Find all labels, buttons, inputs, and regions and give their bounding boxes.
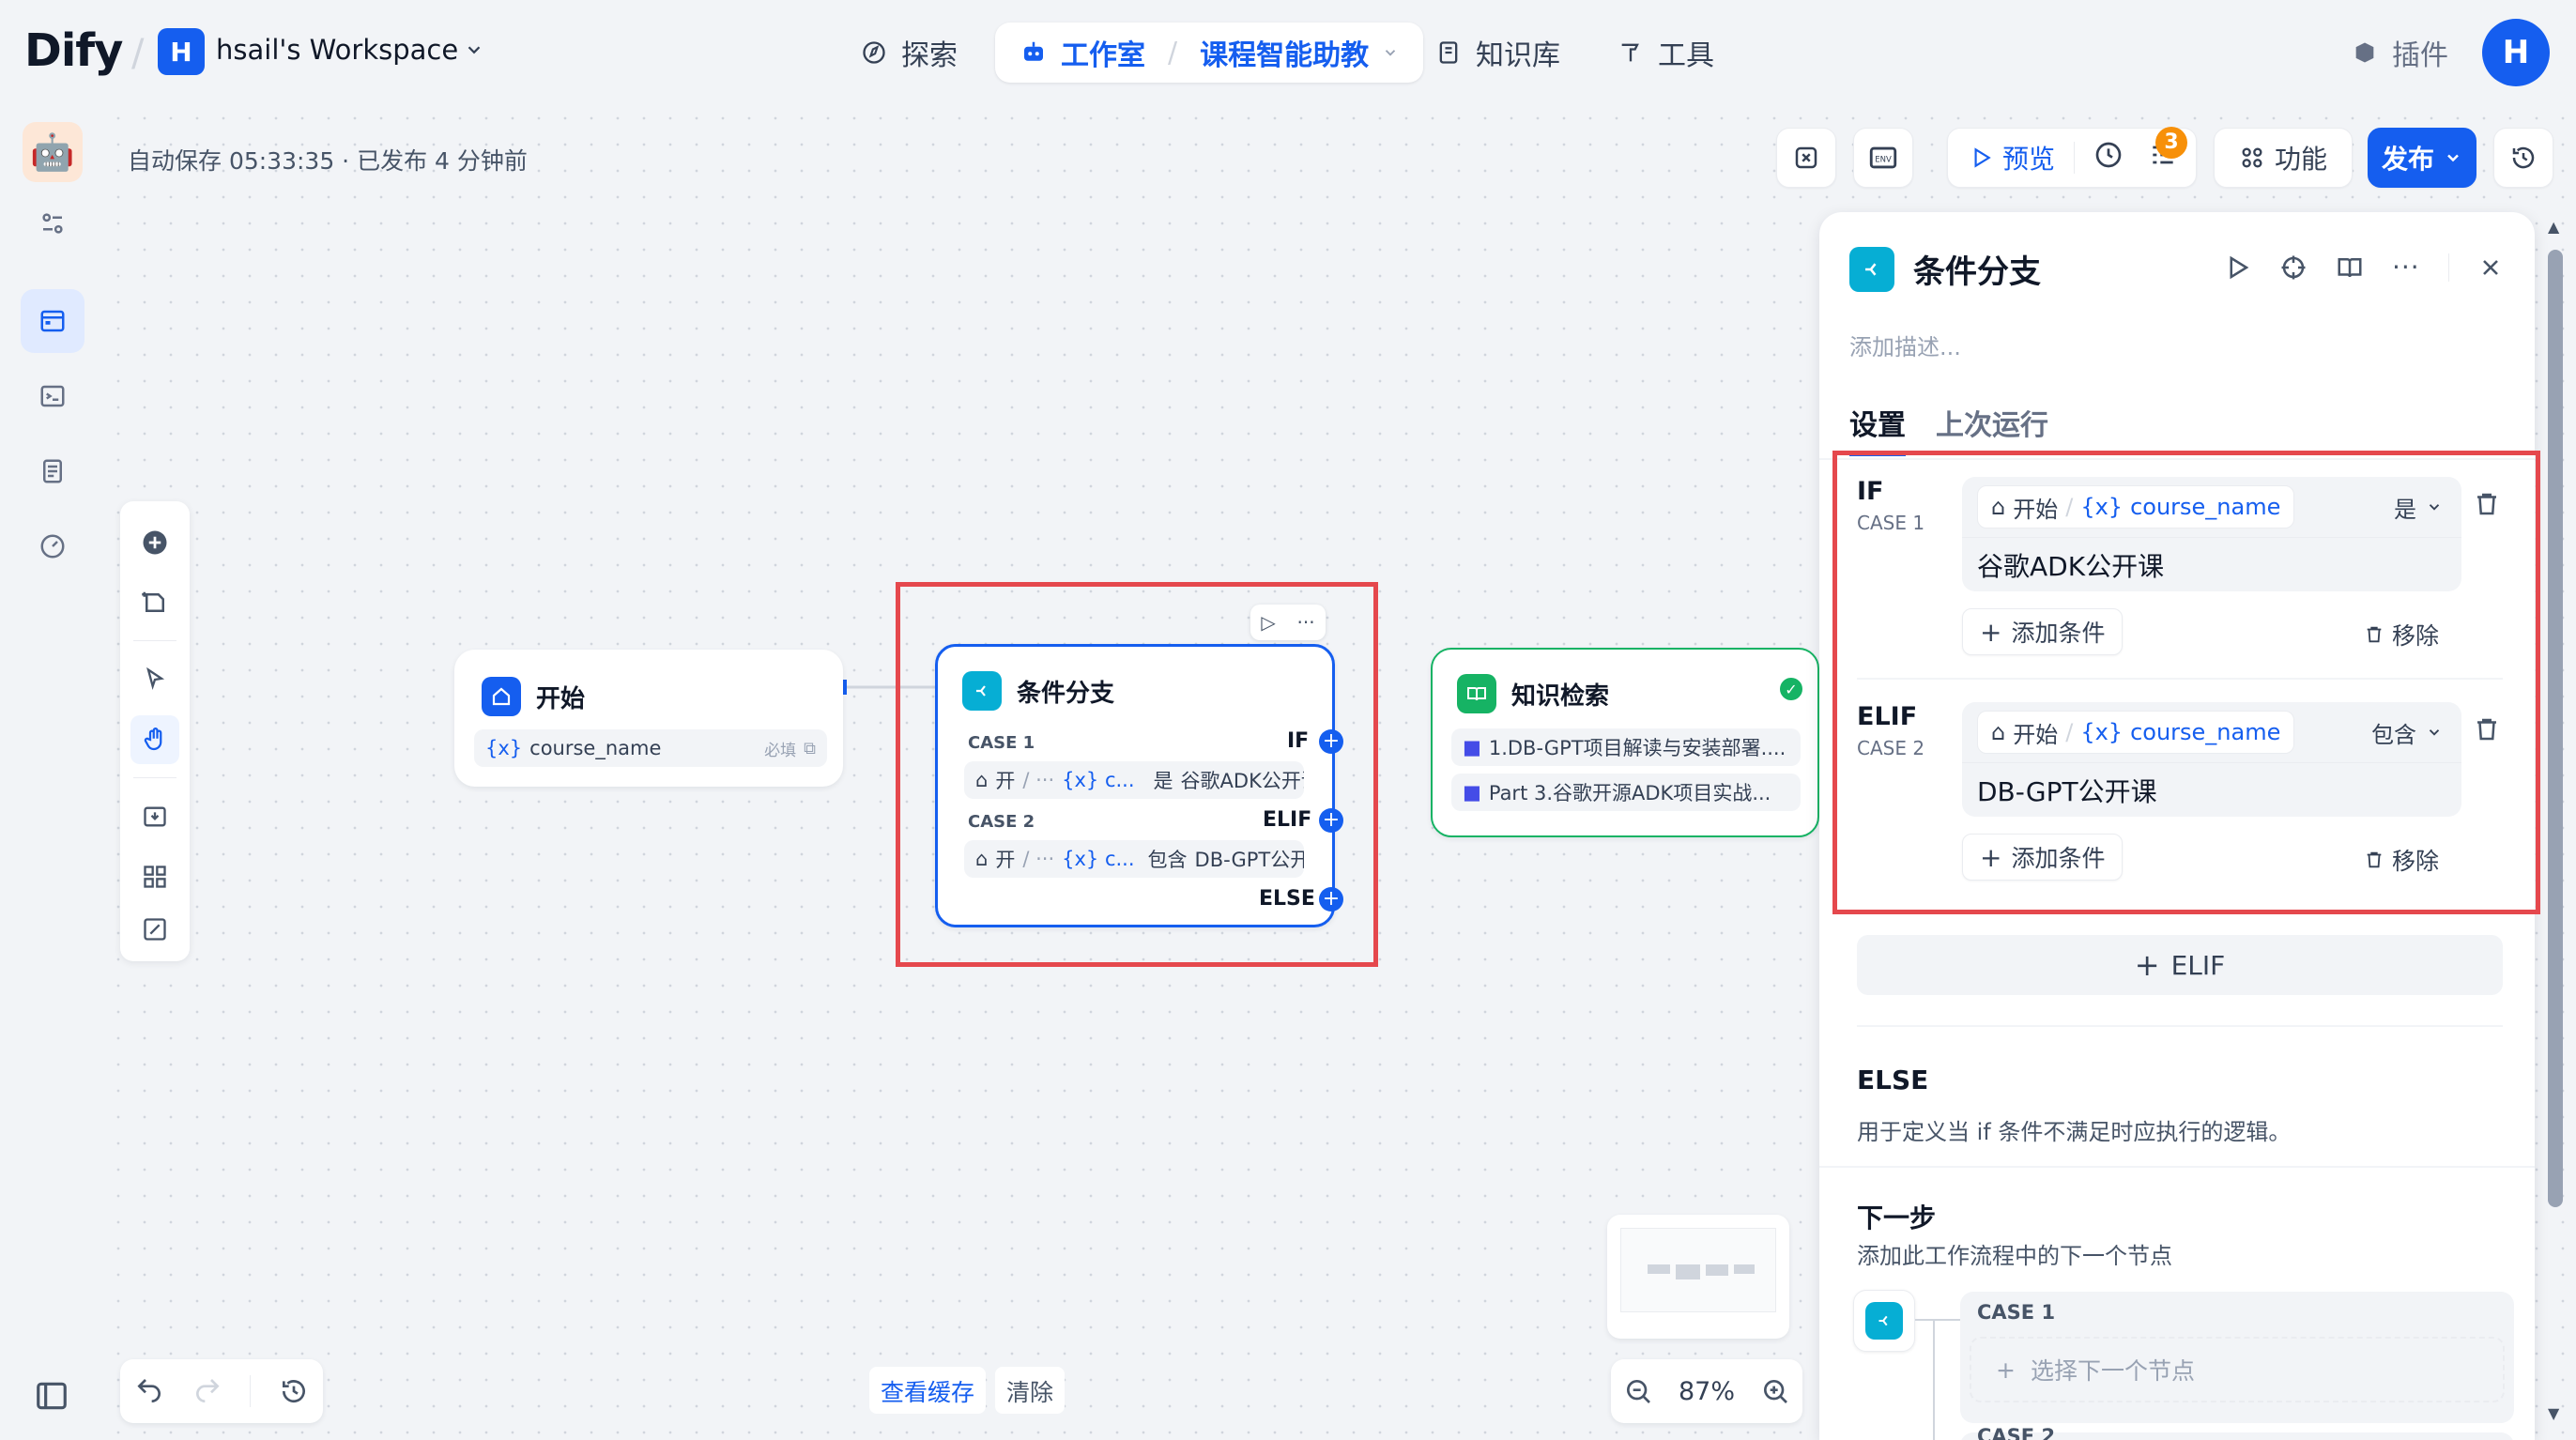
scroll-down-icon[interactable]: ▼ — [2548, 1404, 2559, 1422]
start-var-chip: {x} course_name 必填 ⧉ — [474, 729, 827, 767]
select-next-node-button[interactable]: + 选择下一个节点 — [1970, 1337, 2505, 1402]
tab-last-run[interactable]: 上次运行 — [1936, 402, 2048, 456]
knowledge-node[interactable]: 知识检索 ✓ ■ 1.DB-GPT项目解读与安装部署.... ■ Part 3.… — [1431, 648, 1819, 837]
undo-icon[interactable] — [134, 1376, 164, 1406]
divider — [2447, 253, 2449, 282]
minimap-node — [1676, 1264, 1700, 1279]
else-description: 用于定义当 if 条件不满足时应执行的逻辑。 — [1857, 1119, 2292, 1145]
zoom-level[interactable]: 87% — [1679, 1377, 1735, 1406]
scroll-thumb[interactable] — [2548, 250, 2563, 1207]
book-icon[interactable] — [2336, 253, 2364, 282]
start-node[interactable]: 开始 {x} course_name 必填 ⧉ — [454, 650, 843, 787]
description-input[interactable]: 添加描述... — [1849, 329, 1961, 361]
start-var-name: course_name — [529, 737, 662, 759]
panel-title-text: 条件分支 — [1913, 253, 2041, 291]
crosshair-icon[interactable] — [2279, 253, 2308, 282]
panel-tabs: 设置 上次运行 — [1849, 402, 2048, 456]
close-icon[interactable] — [2477, 254, 2504, 281]
next-case1-box: CASE 1 + 选择下一个节点 — [1960, 1292, 2514, 1423]
zoom-out-icon[interactable] — [1623, 1376, 1653, 1406]
panel-actions: ··· — [2223, 252, 2504, 283]
view-cache-button[interactable]: 查看缓存 — [869, 1367, 987, 1414]
next-case1-label: CASE 1 — [1977, 1301, 2056, 1324]
folder-icon: ■ — [1463, 781, 1481, 804]
zoom-in-icon[interactable] — [1760, 1376, 1790, 1406]
knowledge-title-text: 知识检索 — [1511, 682, 1610, 711]
scroll-up-icon[interactable]: ▲ — [2548, 218, 2559, 236]
panel-title: 条件分支 — [1849, 246, 2041, 292]
redo-icon[interactable] — [192, 1376, 222, 1406]
folder-icon: ■ — [1463, 736, 1481, 758]
cache-controls: 查看缓存 清除 — [869, 1367, 1066, 1414]
plus-icon: + — [1996, 1356, 2016, 1384]
knowledge-item-1-text: 1.DB-GPT项目解读与安装部署.... — [1488, 737, 1786, 759]
more-icon[interactable]: ··· — [2392, 252, 2420, 283]
next-case2-label: CASE 2 — [1977, 1425, 2056, 1440]
variable-icon: {x} — [485, 737, 523, 759]
next-step-title: 下一步 — [1857, 1203, 1937, 1233]
history-icon[interactable] — [279, 1376, 309, 1406]
history-controls — [120, 1359, 323, 1423]
play-icon[interactable] — [2223, 253, 2251, 282]
branch-icon — [1865, 1302, 1903, 1340]
knowledge-item-2-text: Part 3.谷歌开源ADK项目实战... — [1488, 782, 1771, 804]
book-open-icon — [1457, 674, 1496, 713]
highlight-box-panel — [1832, 451, 2540, 914]
knowledge-item-1: ■ 1.DB-GPT项目解读与安装部署.... — [1451, 728, 1801, 766]
select-next-node-label: 选择下一个节点 — [2030, 1357, 2195, 1385]
copy-icon: ⧉ — [804, 738, 816, 758]
start-node-title: 开始 — [482, 677, 585, 716]
add-elif-button[interactable]: + ELIF — [1857, 935, 2503, 995]
divider — [1819, 1166, 2535, 1168]
tab-settings[interactable]: 设置 — [1849, 402, 1906, 456]
current-node-icon — [1853, 1290, 1915, 1352]
branch-icon — [1849, 246, 1894, 292]
home-icon — [482, 677, 521, 716]
required-tag: 必填 — [764, 741, 797, 760]
next-case2-box: CASE 2 — [1960, 1425, 2514, 1440]
knowledge-node-title: 知识检索 — [1457, 674, 1609, 713]
plus-icon: + — [2134, 947, 2160, 983]
minimap-node — [1648, 1264, 1670, 1274]
divider — [250, 1375, 252, 1407]
else-title: ELSE — [1857, 1065, 1929, 1095]
zoom-controls: 87% — [1611, 1359, 1802, 1423]
knowledge-item-2: ■ Part 3.谷歌开源ADK项目实战... — [1451, 774, 1801, 811]
divider — [1857, 1025, 2503, 1027]
clear-cache-button[interactable]: 清除 — [995, 1367, 1066, 1414]
minimap[interactable] — [1607, 1215, 1789, 1339]
add-elif-label: ELIF — [2170, 949, 2226, 981]
minimap-node — [1734, 1264, 1755, 1274]
start-title-text: 开始 — [536, 684, 586, 713]
next-step-description: 添加此工作流程中的下一个节点 — [1857, 1243, 2172, 1269]
highlight-box-node — [896, 582, 1378, 967]
minimap-viewport — [1620, 1228, 1776, 1312]
panel-scrollbar[interactable]: ▲ ▼ — [2542, 212, 2568, 1440]
success-check-icon: ✓ — [1780, 678, 1802, 700]
minimap-node — [1706, 1264, 1728, 1276]
